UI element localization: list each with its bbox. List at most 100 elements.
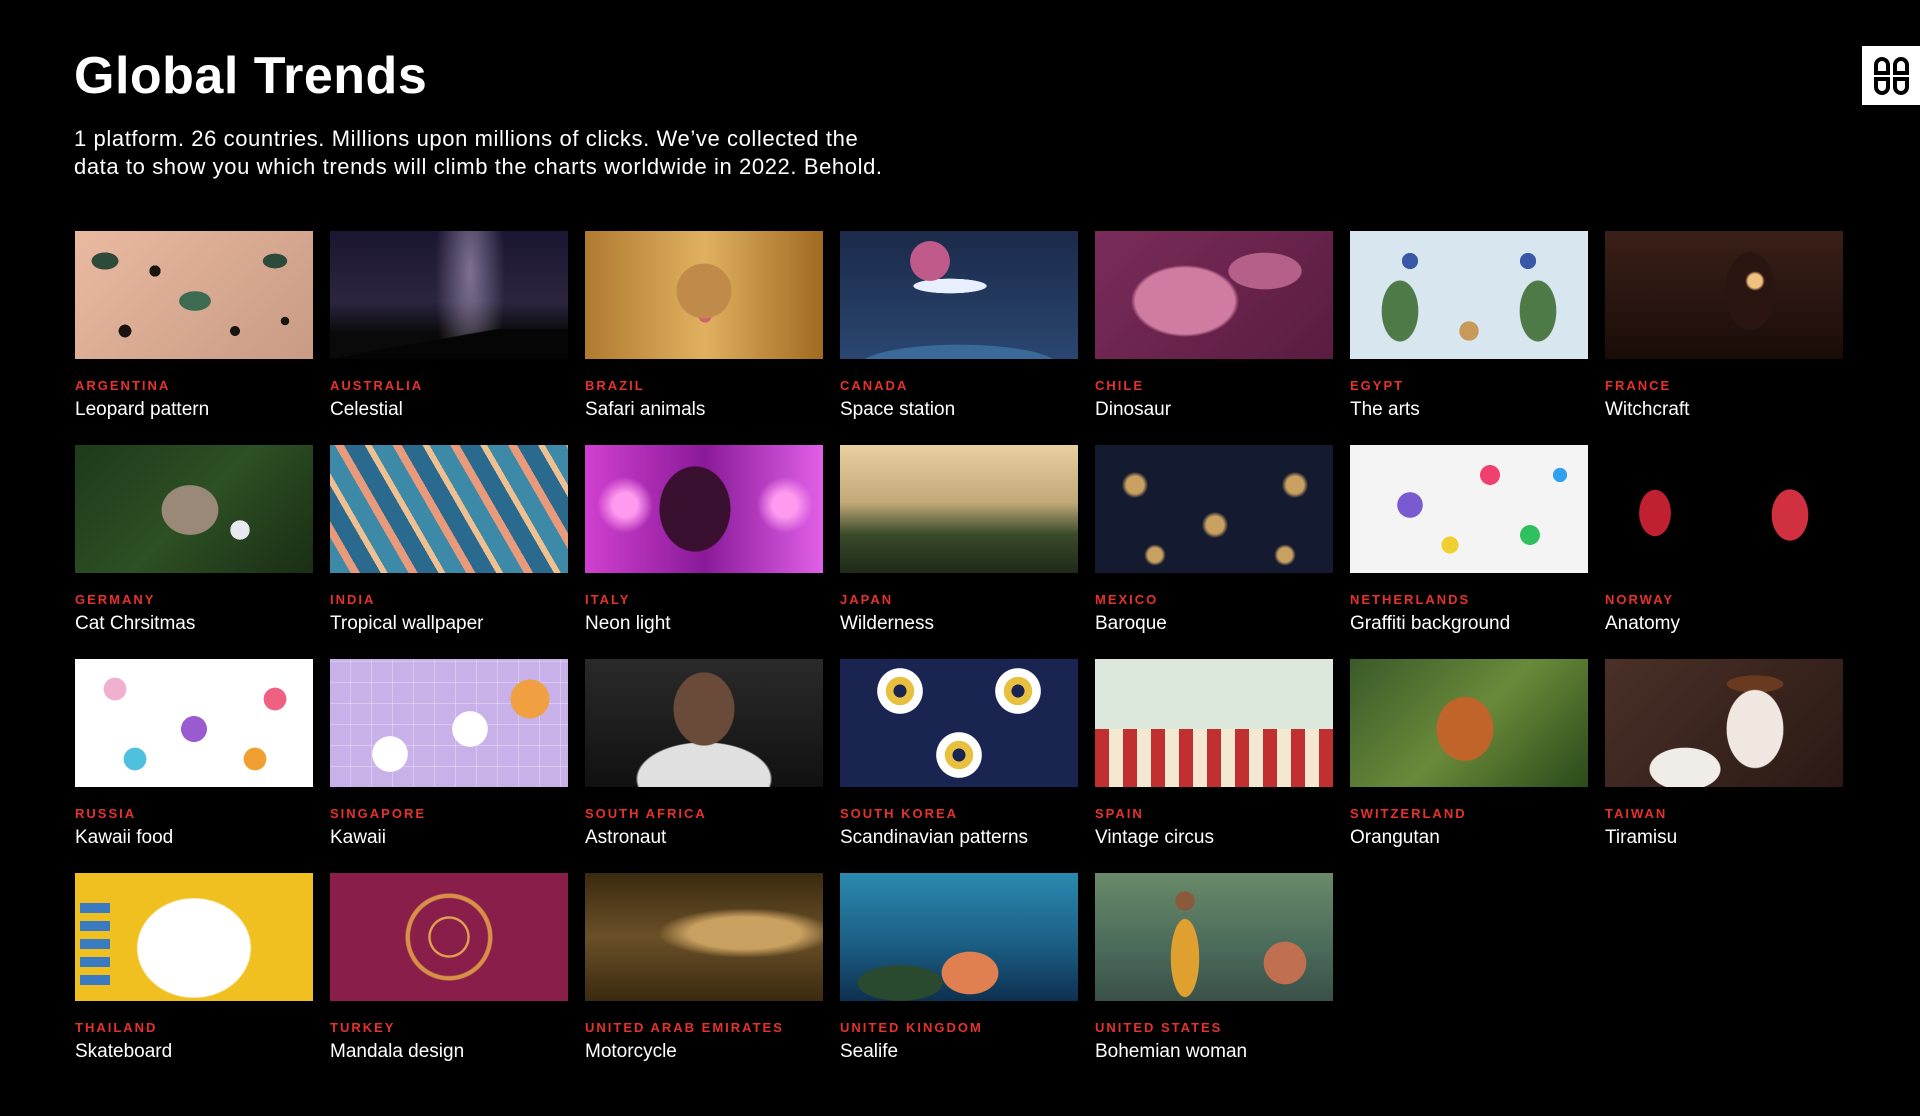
trend-thumbnail[interactable] (330, 231, 568, 359)
trend-thumbnail[interactable] (585, 231, 823, 359)
country-label: GERMANY (75, 592, 156, 607)
trend-thumbnail[interactable] (75, 873, 313, 1001)
trend-thumbnail[interactable] (330, 873, 568, 1001)
trend-card-russia[interactable]: RUSSIA Kawaii food (75, 659, 313, 873)
trend-card-chile[interactable]: CHILE Dinosaur (1095, 231, 1333, 445)
page: Global Trends 1 platform. 26 countries. … (0, 0, 1920, 1116)
country-label: BRAZIL (585, 378, 645, 393)
trend-card-united-kingdom[interactable]: UNITED KINGDOM Sealife (840, 873, 1078, 1087)
trend-name: Sealife (840, 1041, 899, 1062)
trend-card-canada[interactable]: CANADA Space station (840, 231, 1078, 445)
trend-name: The arts (1350, 399, 1420, 420)
country-label: SPAIN (1095, 806, 1144, 821)
trend-name: Safari animals (585, 399, 706, 420)
trend-thumbnail[interactable] (330, 445, 568, 573)
trend-thumbnail[interactable] (1350, 659, 1588, 787)
trend-card-switzerland[interactable]: SWITZERLAND Orangutan (1350, 659, 1588, 873)
country-label: UNITED STATES (1095, 1020, 1223, 1035)
country-label: INDIA (330, 592, 376, 607)
trend-card-australia[interactable]: AUSTRALIA Celestial (330, 231, 568, 445)
trend-name: Bohemian woman (1095, 1041, 1248, 1062)
trend-card-japan[interactable]: JAPAN Wilderness (840, 445, 1078, 659)
trend-card-spain[interactable]: SPAIN Vintage circus (1095, 659, 1333, 873)
trend-thumbnail[interactable] (1605, 445, 1843, 573)
trend-thumbnail[interactable] (840, 445, 1078, 573)
country-label: SOUTH KOREA (840, 806, 959, 821)
trend-thumbnail[interactable] (840, 873, 1078, 1001)
trend-thumbnail[interactable] (75, 659, 313, 787)
trend-name: Tiramisu (1605, 827, 1678, 848)
trend-card-taiwan[interactable]: TAIWAN Tiramisu (1605, 659, 1843, 873)
trend-thumbnail[interactable] (1095, 445, 1333, 573)
trend-thumbnail[interactable] (1350, 231, 1588, 359)
trend-name: Orangutan (1350, 827, 1440, 848)
trend-name: Witchcraft (1605, 399, 1690, 420)
trend-name: Skateboard (75, 1041, 173, 1062)
trend-card-netherlands[interactable]: NETHERLANDS Graffiti background (1350, 445, 1588, 659)
page-title: Global Trends (74, 47, 428, 105)
trend-card-united-states[interactable]: UNITED STATES Bohemian woman (1095, 873, 1333, 1087)
country-label: CHILE (1095, 378, 1144, 393)
trend-name: Leopard pattern (75, 399, 210, 420)
trend-name: Space station (840, 399, 956, 420)
country-label: AUSTRALIA (330, 378, 424, 393)
trend-thumbnail[interactable] (1605, 659, 1843, 787)
trend-card-brazil[interactable]: BRAZIL Safari animals (585, 231, 823, 445)
trend-name: Anatomy (1605, 613, 1680, 634)
trend-name: Neon light (585, 613, 671, 634)
trend-card-south-africa[interactable]: SOUTH AFRICA Astronaut (585, 659, 823, 873)
trend-name: Motorcycle (585, 1041, 677, 1062)
country-label: JAPAN (840, 592, 894, 607)
trend-card-germany[interactable]: GERMANY Cat Chrsitmas (75, 445, 313, 659)
trend-card-argentina[interactable]: ARGENTINA Leopard pattern (75, 231, 313, 445)
trend-name: Kawaii food (75, 827, 174, 848)
trend-card-united-arab-emirates[interactable]: UNITED ARAB EMIRATES Motorcycle (585, 873, 823, 1087)
trend-name: Graffiti background (1350, 613, 1511, 634)
trend-thumbnail[interactable] (1095, 231, 1333, 359)
trends-grid: ARGENTINA Leopard pattern AUSTRALIA Celest… (75, 231, 1843, 1087)
trend-card-turkey[interactable]: TURKEY Mandala design (330, 873, 568, 1087)
trend-card-singapore[interactable]: SINGAPORE Kawaii (330, 659, 568, 873)
trend-thumbnail[interactable] (585, 873, 823, 1001)
trend-card-india[interactable]: INDIA Tropical wallpaper (330, 445, 568, 659)
country-label: SWITZERLAND (1350, 806, 1467, 821)
country-label: FRANCE (1605, 378, 1672, 393)
country-label: SOUTH AFRICA (585, 806, 707, 821)
country-label: THAILAND (75, 1020, 158, 1035)
trend-thumbnail[interactable] (75, 445, 313, 573)
trend-name: Mandala design (330, 1041, 465, 1062)
trend-thumbnail[interactable] (75, 231, 313, 359)
trend-name: Dinosaur (1095, 399, 1172, 420)
trend-card-italy[interactable]: ITALY Neon light (585, 445, 823, 659)
country-label: MEXICO (1095, 592, 1159, 607)
country-label: ARGENTINA (75, 378, 171, 393)
trend-thumbnail[interactable] (1095, 873, 1333, 1001)
trend-card-thailand[interactable]: THAILAND Skateboard (75, 873, 313, 1087)
trend-card-norway[interactable]: NORWAY Anatomy (1605, 445, 1843, 659)
trend-thumbnail[interactable] (330, 659, 568, 787)
country-label: CANADA (840, 378, 909, 393)
brand-logo[interactable] (1862, 46, 1920, 105)
country-label: ITALY (585, 592, 631, 607)
trend-thumbnail[interactable] (840, 231, 1078, 359)
trend-thumbnail[interactable] (840, 659, 1078, 787)
trend-thumbnail[interactable] (1095, 659, 1333, 787)
country-label: UNITED ARAB EMIRATES (585, 1020, 784, 1035)
trend-card-south-korea[interactable]: SOUTH KOREA Scandinavian patterns (840, 659, 1078, 873)
trend-thumbnail[interactable] (585, 659, 823, 787)
trend-thumbnail[interactable] (585, 445, 823, 573)
subtitle-line-2: data to show you which trends will climb… (74, 154, 883, 179)
trend-name: Celestial (330, 399, 403, 420)
trend-card-france[interactable]: FRANCE Witchcraft (1605, 231, 1843, 445)
trend-name: Tropical wallpaper (330, 613, 484, 634)
country-label: NORWAY (1605, 592, 1675, 607)
trend-thumbnail[interactable] (1350, 445, 1588, 573)
trend-card-egypt[interactable]: EGYPT The arts (1350, 231, 1588, 445)
trend-card-mexico[interactable]: MEXICO Baroque (1095, 445, 1333, 659)
trend-name: Cat Chrsitmas (75, 613, 196, 634)
trend-name: Kawaii (330, 827, 386, 848)
trend-name: Wilderness (840, 613, 934, 634)
trend-thumbnail[interactable] (1605, 231, 1843, 359)
page-subtitle: 1 platform. 26 countries. Millions upon … (74, 125, 974, 181)
trend-name: Vintage circus (1095, 827, 1214, 848)
